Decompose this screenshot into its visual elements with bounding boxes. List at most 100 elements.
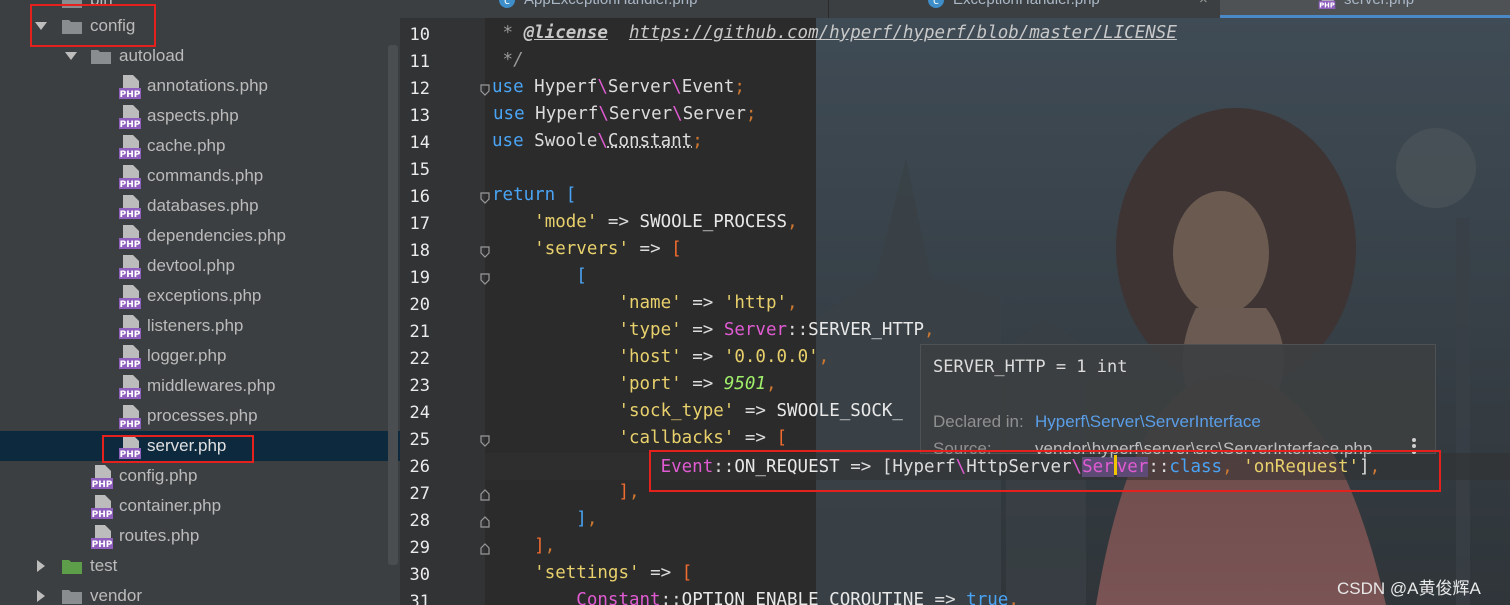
svg-text:PHP: PHP <box>120 300 141 309</box>
tree-item-label: routes.php <box>119 526 200 545</box>
code-line[interactable]: ], <box>492 536 555 556</box>
tree-item-label: autoload <box>119 46 185 65</box>
line-number: 24 <box>409 403 430 423</box>
code-line[interactable]: [ <box>492 266 587 286</box>
tree-item-label: aspects.php <box>147 106 239 125</box>
tree-item-file[interactable]: PHP listeners.php <box>0 311 400 341</box>
line-number: 29 <box>409 538 430 558</box>
tab-app-exception-handler[interactable]: c AppExceptionHandler.php <box>498 0 697 18</box>
svg-text:c: c <box>933 0 939 7</box>
tooltip-source-value: vendor\hyperf\server\src\ServerInterface… <box>1035 439 1373 458</box>
code-line[interactable]: 'type' => Server::SERVER_HTTP, <box>492 320 934 340</box>
code-line[interactable]: ], <box>492 509 597 529</box>
tree-item-file[interactable]: PHP processes.php <box>0 401 400 431</box>
code-line[interactable]: 'port' => 9501, <box>492 374 776 394</box>
code-line[interactable]: 'host' => '0.0.0.0', <box>492 347 829 367</box>
code-line[interactable]: Constant::OPTION_ENABLE_COROUTINE => tru… <box>492 590 1019 605</box>
tree-item-config[interactable]: config <box>0 11 400 41</box>
code-line[interactable]: 'mode' => SWOOLE_PROCESS, <box>492 212 797 232</box>
tree-item-label: dependencies.php <box>147 226 286 245</box>
fold-marker-icon[interactable] <box>480 246 490 258</box>
code-line[interactable]: ], <box>492 482 639 502</box>
tree-item-file[interactable]: PHP commands.php <box>0 161 400 191</box>
tree-item-file[interactable]: PHP middlewares.php <box>0 371 400 401</box>
code-line[interactable]: 'servers' => [ <box>492 239 682 259</box>
svg-text:PHP: PHP <box>120 450 141 459</box>
chevron-right-icon[interactable] <box>34 559 48 573</box>
line-number: 30 <box>409 565 430 585</box>
more-options-icon[interactable] <box>1411 437 1417 455</box>
tree-item-label: databases.php <box>147 196 259 215</box>
code-line[interactable]: 'name' => 'http', <box>492 293 797 313</box>
editor-background-image <box>816 18 1510 605</box>
php-file-icon: PHP <box>119 105 141 129</box>
line-number: 26 <box>409 457 430 477</box>
tree-item-label: processes.php <box>147 406 258 425</box>
code-line[interactable]: use Hyperf\Server\Server; <box>493 104 756 124</box>
line-number: 31 <box>409 592 430 605</box>
fold-marker-icon[interactable] <box>480 516 490 528</box>
quick-doc-tooltip[interactable]: SERVER_HTTP = 1 int Declared in: Hyperf\… <box>920 344 1436 458</box>
tab-exception-handler[interactable]: c ExceptionHandler.php × <box>828 0 1220 18</box>
folder-icon <box>62 560 82 574</box>
tree-scrollbar[interactable] <box>388 45 398 565</box>
tab-label: AppExceptionHandler.php <box>524 0 697 8</box>
tree-item-label: vendor <box>90 586 142 605</box>
chevron-right-icon[interactable] <box>34 589 48 603</box>
code-line[interactable]: 'sock_type' => SWOOLE_SOCK_ <box>492 401 903 421</box>
tree-item-file[interactable]: PHP cache.php <box>0 131 400 161</box>
code-editor[interactable]: 10 11 12 13 14 15 16 17 18 19 20 21 22 2… <box>400 18 1510 605</box>
chevron-down-icon[interactable] <box>34 19 48 33</box>
fold-marker-icon[interactable] <box>480 84 490 96</box>
php-file-icon: PHP <box>91 525 113 549</box>
line-number: 11 <box>409 52 430 72</box>
code-line[interactable]: * @license https://github.com/hyperf/hyp… <box>492 23 1177 43</box>
chevron-down-icon[interactable] <box>64 49 78 63</box>
line-number: 23 <box>409 376 430 396</box>
tree-item-autoload[interactable]: autoload <box>0 41 400 71</box>
tree-item-file[interactable]: PHP annotations.php <box>0 71 400 101</box>
php-file-icon: PHP <box>119 345 141 369</box>
tooltip-title: SERVER_HTTP = 1 int <box>933 357 1128 377</box>
fold-marker-icon[interactable] <box>480 435 490 447</box>
code-line[interactable]: use Swoole\Constant; <box>492 131 703 151</box>
tooltip-declared-link[interactable]: Hyperf\Server\ServerInterface <box>1035 412 1261 432</box>
tree-item-file[interactable]: PHP logger.php <box>0 341 400 371</box>
php-file-icon: PHP <box>119 405 141 429</box>
svg-text:PHP: PHP <box>92 480 113 489</box>
php-file-icon: PHP <box>1318 0 1336 10</box>
code-line[interactable]: 'callbacks' => [ <box>492 428 787 448</box>
code-line[interactable]: return [ <box>492 185 576 205</box>
tree-item-server-php[interactable]: PHP server.php <box>0 431 400 461</box>
tree-item-file[interactable]: PHP exceptions.php <box>0 281 400 311</box>
tree-item-file[interactable]: PHP aspects.php <box>0 101 400 131</box>
fold-marker-icon[interactable] <box>480 489 490 501</box>
line-number: 15 <box>409 160 430 180</box>
close-icon[interactable]: × <box>1199 0 1208 8</box>
line-number: 10 <box>409 25 430 45</box>
tree-item-file[interactable]: PHP config.php <box>0 461 400 491</box>
tree-item-file[interactable]: PHP databases.php <box>0 191 400 221</box>
folder-icon <box>62 20 82 34</box>
tree-item-label: config <box>90 16 136 35</box>
tree-item-test[interactable]: test <box>0 551 400 581</box>
tree-item-file[interactable]: PHP dependencies.php <box>0 221 400 251</box>
php-file-icon: PHP <box>119 75 141 99</box>
php-file-icon: PHP <box>119 435 141 459</box>
tree-item-file[interactable]: PHP routes.php <box>0 521 400 551</box>
php-file-icon: PHP <box>119 165 141 189</box>
tree-item-label: exceptions.php <box>147 286 262 305</box>
tree-item-label: devtool.php <box>147 256 235 275</box>
tree-item-file[interactable]: PHP container.php <box>0 491 400 521</box>
fold-marker-icon[interactable] <box>480 192 490 204</box>
tree-item-vendor[interactable]: vendor <box>0 581 400 605</box>
tree-item-file[interactable]: PHP devtool.php <box>0 251 400 281</box>
code-line[interactable]: 'settings' => [ <box>492 563 692 583</box>
fold-marker-icon[interactable] <box>480 543 490 555</box>
code-line[interactable]: */ <box>492 50 524 70</box>
tab-server-php[interactable]: PHP server.php <box>1220 0 1510 18</box>
php-file-icon: PHP <box>119 195 141 219</box>
fold-marker-icon[interactable] <box>480 273 490 285</box>
line-number: 27 <box>409 484 430 504</box>
code-line[interactable]: use Hyperf\Server\Event; <box>492 77 745 97</box>
